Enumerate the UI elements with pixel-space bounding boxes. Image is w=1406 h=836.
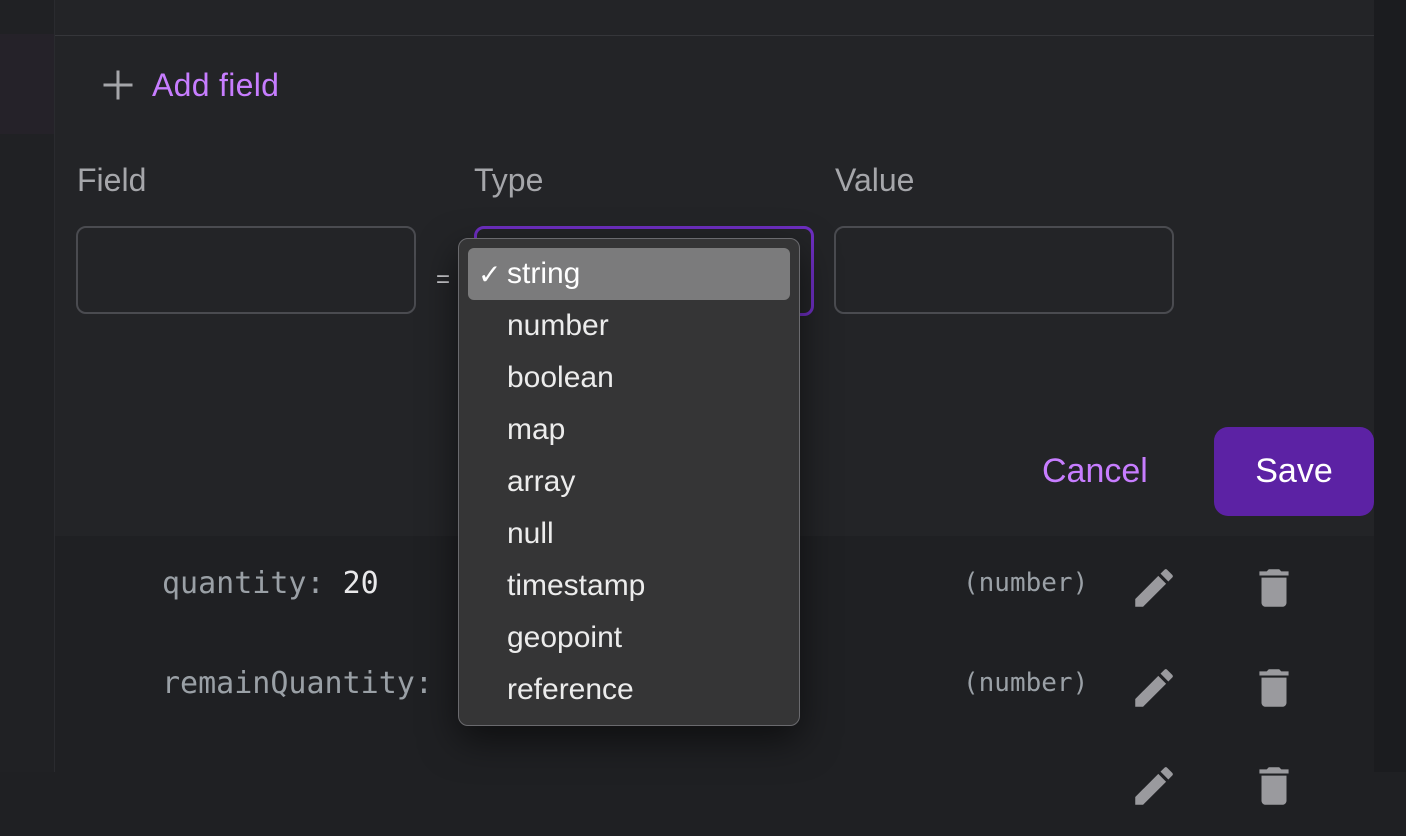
add-field-button[interactable]: Add field <box>100 62 279 108</box>
edit-pencil-icon[interactable] <box>1126 560 1182 616</box>
field-type: (number) <box>963 568 1089 598</box>
type-dropdown-menu: ✓ string number boolean map array null ti… <box>458 238 800 726</box>
checkmark-icon: ✓ <box>478 258 502 290</box>
add-field-label: Add field <box>152 66 280 103</box>
type-option-timestamp[interactable]: timestamp <box>468 560 790 612</box>
right-scroll-rail[interactable] <box>1374 0 1406 772</box>
type-option-string[interactable]: ✓ string <box>468 248 790 300</box>
type-option-reference[interactable]: reference <box>468 664 790 716</box>
value-input[interactable] <box>834 226 1174 314</box>
type-option-boolean[interactable]: boolean <box>468 352 790 404</box>
edit-pencil-icon[interactable] <box>1126 758 1182 814</box>
type-option-null[interactable]: null <box>468 508 790 560</box>
field-value: 20 <box>342 566 379 601</box>
edit-pencil-icon[interactable] <box>1126 660 1182 716</box>
field-key: quantity: <box>162 566 325 601</box>
delete-trash-icon[interactable] <box>1246 660 1302 716</box>
plus-icon <box>100 67 136 103</box>
cancel-button[interactable]: Cancel <box>1030 446 1160 496</box>
field-key-value: remainQuantity: <box>162 666 451 701</box>
field-name-input[interactable] <box>76 226 416 314</box>
equals-sign: = <box>436 266 451 293</box>
field-column-label: Field <box>77 162 147 198</box>
type-option-geopoint[interactable]: geopoint <box>468 612 790 664</box>
field-key-value: quantity: 20 <box>162 566 379 601</box>
field-type: (number) <box>963 668 1089 698</box>
type-option-map[interactable]: map <box>468 404 790 456</box>
divider <box>55 35 1374 36</box>
value-column-label: Value <box>835 162 915 198</box>
type-option-array[interactable]: array <box>468 456 790 508</box>
type-column-label: Type <box>474 162 544 198</box>
left-rail-selected <box>0 34 54 134</box>
field-key: remainQuantity: <box>162 666 433 701</box>
document-field-row <box>55 736 1374 836</box>
save-button[interactable]: Save <box>1214 427 1374 516</box>
type-option-number[interactable]: number <box>468 300 790 352</box>
left-rail <box>0 0 55 772</box>
delete-trash-icon[interactable] <box>1246 758 1302 814</box>
delete-trash-icon[interactable] <box>1246 560 1302 616</box>
